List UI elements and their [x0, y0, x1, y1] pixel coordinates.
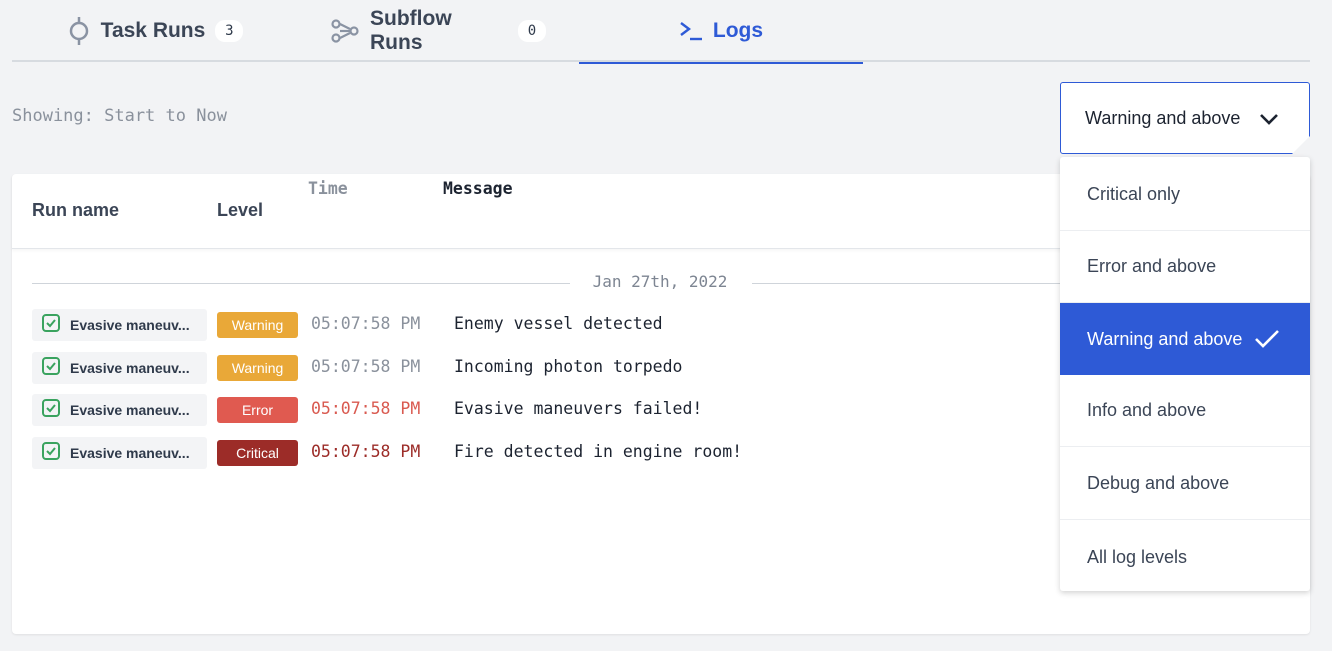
header-level: Level	[217, 200, 264, 220]
log-message: Enemy vessel detected	[454, 314, 663, 333]
level-badge: Warning	[217, 355, 298, 381]
run-name-link[interactable]: Evasive maneuv...	[32, 394, 207, 426]
option-debug-and-above[interactable]: Debug and above	[1060, 448, 1310, 520]
level-badge: Critical	[217, 440, 298, 466]
time-range-label: Showing: Start to Now	[12, 106, 227, 126]
tab-task-runs-label: Task Runs	[100, 19, 206, 42]
check-icon	[41, 398, 61, 423]
select-corner	[1292, 136, 1310, 154]
log-level-select[interactable]: Warning and above	[1060, 82, 1310, 154]
run-name: Evasive maneuv...	[70, 317, 190, 333]
log-level-dropdown: Critical only Error and above Warning an…	[1060, 157, 1310, 591]
task-run-icon	[67, 16, 91, 46]
table-row: Evasive maneuv... Critical 05:07:58 PM F…	[32, 437, 1032, 469]
option-label: Error and above	[1087, 256, 1217, 276]
option-label: Debug and above	[1087, 473, 1230, 493]
table-row: Evasive maneuv... Warning 05:07:58 PM En…	[32, 309, 1032, 341]
run-name: Evasive maneuv...	[70, 445, 190, 461]
check-icon	[41, 441, 61, 466]
log-time: 05:07:58 PM	[311, 399, 421, 418]
check-icon	[41, 313, 61, 338]
divider-line	[32, 283, 570, 284]
log-message: Evasive maneuvers failed!	[454, 399, 703, 418]
subflow-runs-count-badge: 0	[518, 20, 546, 42]
run-name-link[interactable]: Evasive maneuv...	[32, 352, 207, 384]
run-name: Evasive maneuv...	[70, 402, 190, 418]
tab-logs-label: Logs	[712, 19, 764, 42]
option-label: Critical only	[1087, 184, 1181, 204]
log-level-select-value: Warning and above	[1085, 107, 1241, 128]
tab-logs[interactable]: Logs	[579, 0, 863, 64]
header-run-name: Run name	[32, 200, 120, 220]
option-info-and-above[interactable]: Info and above	[1060, 375, 1310, 447]
option-all-log-levels[interactable]: All log levels	[1060, 521, 1310, 593]
level-badge: Warning	[217, 312, 298, 338]
level-badge: Error	[217, 397, 298, 423]
run-name: Evasive maneuv...	[70, 360, 190, 376]
check-icon	[41, 356, 61, 381]
task-runs-count-badge: 3	[215, 20, 244, 42]
log-message: Incoming photon torpedo	[454, 357, 683, 376]
log-time: 05:07:58 PM	[311, 357, 421, 376]
tab-task-runs[interactable]: Task Runs 3	[65, 0, 245, 62]
option-label: All log levels	[1087, 546, 1188, 567]
log-time: 05:07:58 PM	[311, 314, 421, 333]
option-error-and-above[interactable]: Error and above	[1060, 231, 1310, 303]
option-critical-only[interactable]: Critical only	[1060, 159, 1310, 231]
option-label: Warning and above	[1087, 328, 1243, 349]
run-name-link[interactable]: Evasive maneuv...	[32, 309, 207, 341]
log-message: Fire detected in engine room!	[454, 442, 743, 461]
date-label: Jan 27th, 2022	[592, 272, 728, 291]
checkmark-icon	[1254, 329, 1280, 354]
tab-bar: Task Runs 3 Subflow Runs 0 Logs	[12, 0, 1310, 64]
option-warning-and-above[interactable]: Warning and above	[1060, 303, 1310, 375]
log-time: 05:07:58 PM	[311, 442, 421, 461]
subflow-icon	[330, 19, 360, 43]
terminal-icon	[679, 20, 703, 42]
table-row: Evasive maneuv... Error 05:07:58 PM Evas…	[32, 394, 1032, 426]
run-name-link[interactable]: Evasive maneuv...	[32, 437, 207, 469]
tab-subflow-runs[interactable]: Subflow Runs 0	[330, 0, 546, 62]
header-time: Time	[308, 179, 348, 198]
option-label: Info and above	[1087, 400, 1207, 420]
header-message: Message	[443, 179, 513, 198]
table-row: Evasive maneuv... Warning 05:07:58 PM In…	[32, 352, 1032, 384]
chevron-down-icon	[1259, 110, 1279, 131]
tab-subflow-runs-label: Subflow Runs	[370, 7, 452, 54]
